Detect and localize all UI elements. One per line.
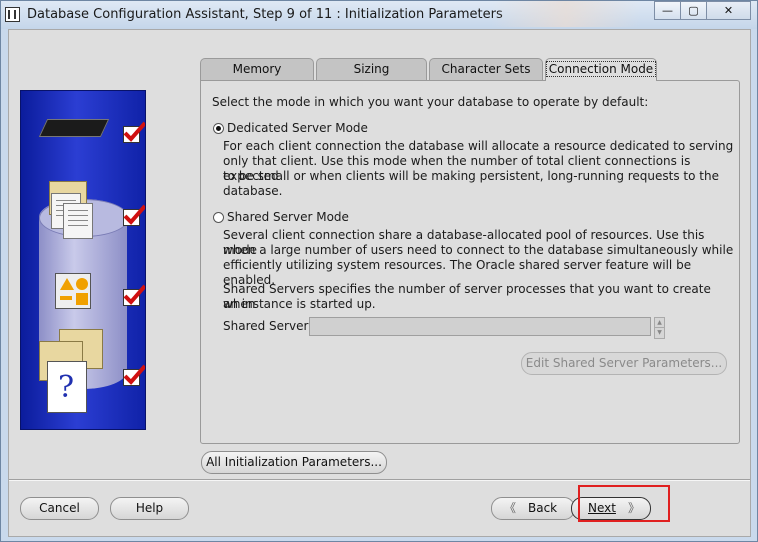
shared-server-input[interactable]	[309, 317, 651, 336]
intro-text: Select the mode in which you want your d…	[212, 95, 649, 109]
dedicated-server-label[interactable]: Dedicated Server Mode	[227, 121, 368, 136]
shapes-icon	[55, 273, 91, 309]
shared-server-label[interactable]: Shared Server Mode	[227, 210, 349, 225]
document-icon	[63, 203, 93, 239]
maximize-button[interactable]: ▢	[680, 1, 707, 20]
memory-chip-icon	[38, 119, 110, 137]
help-button[interactable]: Help	[110, 497, 189, 520]
spin-up-icon[interactable]: ▲	[655, 318, 664, 328]
tab-connection-mode[interactable]: Connection Mode	[545, 58, 657, 81]
window-title: Database Configuration Assistant, Step 9…	[27, 7, 503, 22]
dialog-client-area: ? Memory Sizing Character Sets Connectio…	[8, 29, 751, 537]
shared-servers-note: an instance is started up.	[223, 297, 376, 311]
background-blur	[491, 1, 641, 27]
window-controls: — ▢ ✕	[654, 1, 751, 20]
close-button[interactable]: ✕	[706, 1, 751, 20]
help-document-icon: ?	[47, 361, 87, 413]
tab-character-sets[interactable]: Character Sets	[429, 58, 543, 80]
all-initialization-parameters-button[interactable]: All Initialization Parameters...	[201, 451, 387, 474]
dbca-window: Database Configuration Assistant, Step 9…	[0, 0, 758, 542]
shared-server-spinner[interactable]: ▲ ▼	[654, 317, 665, 339]
shared-server-radio[interactable]	[213, 212, 224, 223]
chevron-left-icon: 《	[504, 501, 517, 515]
cancel-button[interactable]: Cancel	[20, 497, 99, 520]
back-button[interactable]: 《 Back	[491, 497, 575, 520]
checkmark-icon	[123, 284, 145, 306]
shared-description-line: when a large number of users need to con…	[223, 243, 734, 257]
tab-sizing[interactable]: Sizing	[316, 58, 427, 80]
dedicated-description-line: For each client connection the database …	[223, 139, 734, 153]
footer-divider-highlight	[9, 480, 750, 481]
checkmark-icon	[123, 204, 145, 226]
minimize-button[interactable]: —	[654, 1, 681, 20]
tab-memory[interactable]: Memory	[200, 58, 314, 80]
app-icon	[5, 7, 20, 22]
wizard-illustration: ?	[20, 90, 146, 430]
checkmark-icon	[123, 364, 145, 386]
dedicated-description-line: to be small or when clients will be maki…	[223, 169, 719, 183]
title-bar: Database Configuration Assistant, Step 9…	[1, 1, 757, 29]
highlight-box	[578, 485, 670, 522]
dedicated-description-line: database.	[223, 184, 283, 198]
connection-mode-panel: Select the mode in which you want your d…	[200, 80, 740, 444]
spin-down-icon[interactable]: ▼	[655, 328, 664, 338]
back-label: Back	[528, 501, 558, 515]
shared-server-field-label: Shared Server:	[223, 319, 313, 333]
edit-shared-server-parameters-button[interactable]: Edit Shared Server Parameters...	[521, 352, 727, 375]
checkmark-icon	[123, 121, 145, 143]
dedicated-server-radio[interactable]	[213, 123, 224, 134]
